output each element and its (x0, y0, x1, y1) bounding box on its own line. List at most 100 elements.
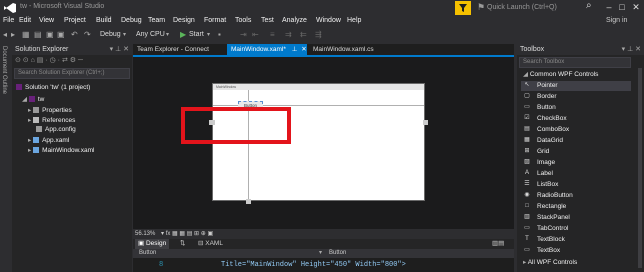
adorner-handle[interactable] (423, 120, 428, 125)
pin-icon[interactable]: ⊥ (292, 46, 298, 53)
toolbox-item-textblock[interactable]: T TextBlock (523, 235, 565, 245)
toolbar-icon[interactable]: ▪ (218, 30, 221, 39)
search-icon[interactable]: ⌕ (586, 0, 592, 11)
close-icon[interactable]: ✕ (301, 46, 306, 53)
start-icon[interactable]: ▶ (180, 30, 186, 39)
maximize-button[interactable]: □ (615, 1, 629, 14)
element-name-dropdown[interactable]: Button (329, 249, 346, 258)
save-all-icon[interactable]: ▣ (57, 30, 65, 39)
new-project-icon[interactable]: ▦ (22, 30, 30, 39)
checkbox-icon: ☑ (524, 115, 530, 122)
toolbox-panel: Toolbox ▾ ⊥ ✕ Search Toolbox ◢ Common WP… (517, 44, 644, 272)
open-icon[interactable]: ▤ (34, 30, 42, 39)
xaml-editor[interactable]: 8 Title="MainWindow" Height="450" Width=… (133, 258, 514, 272)
tab-team-explorer[interactable]: Team Explorer - Connect (133, 44, 213, 55)
menu-view[interactable]: View (39, 17, 54, 24)
quick-launch-input[interactable]: Quick Launch (Ctrl+Q) (487, 2, 577, 13)
menu-project[interactable]: Project (64, 17, 86, 24)
undo-icon[interactable]: ↶ (71, 30, 78, 39)
redo-icon[interactable]: ↷ (84, 30, 91, 39)
swap-panes-icon[interactable]: ⇅ (177, 239, 188, 249)
toolbar-icon[interactable]: ⇇ (300, 30, 307, 39)
element-type-dropdown[interactable]: Button (139, 249, 156, 258)
save-icon[interactable]: ▣ (46, 30, 54, 39)
toolbar-icon[interactable]: ⇉ (285, 30, 292, 39)
tab-mainwindow-xaml-cs[interactable]: MainWindow.xaml.cs (309, 44, 378, 55)
tab-design[interactable]: ▣ Design (135, 239, 170, 249)
zoom-level[interactable]: 56.13% (135, 231, 155, 237)
toolbox-item-textbox[interactable]: ▭ TextBox (523, 246, 560, 256)
tree-item-app-xaml[interactable]: ▸ App.xaml (28, 136, 69, 144)
feedback-icon[interactable]: ⚑ (477, 2, 485, 13)
back-icon[interactable]: ◂ (3, 30, 7, 39)
menu-tools[interactable]: Tools (235, 17, 251, 24)
tree-item-app-config[interactable]: App.config (36, 126, 76, 133)
minimize-button[interactable]: – (602, 1, 616, 14)
menu-design[interactable]: Design (173, 17, 195, 24)
tab-mainwindow-xaml[interactable]: MainWindow.xaml* ⊥ ✕ (227, 44, 307, 55)
menu-test[interactable]: Test (261, 17, 274, 24)
menu-analyze[interactable]: Analyze (282, 17, 307, 24)
toolbar-icon[interactable]: ⇥ (240, 30, 247, 39)
toolbar-icon[interactable]: ⇤ (252, 30, 259, 39)
forward-icon[interactable]: ▸ (11, 30, 15, 39)
menu-format[interactable]: Format (204, 17, 226, 24)
solution-search-input[interactable]: Search Solution Explorer (Ctrl+;) (14, 68, 130, 79)
document-outline-tab[interactable]: Document Outline (1, 46, 7, 126)
toolbox-item-image[interactable]: ▨ Image (523, 158, 555, 168)
close-button[interactable]: ✕ (629, 1, 643, 14)
design-surface[interactable]: MainWindow Button (133, 57, 514, 229)
toolbox-item-datagrid[interactable]: ▦ DataGrid (523, 136, 563, 146)
adorner-handle[interactable] (246, 199, 251, 204)
menu-build[interactable]: Build (96, 17, 112, 24)
panel-controls[interactable]: ▾ ⊥ ✕ (110, 44, 129, 55)
tree-item-properties[interactable]: ▸ Properties (28, 106, 72, 114)
pane-layout-icons[interactable]: ▥▤ (489, 239, 507, 249)
window-title: tw - Microsoft Visual Studio (20, 3, 105, 10)
toolbar-icon[interactable]: ≡ (270, 30, 275, 39)
border-icon: ▢ (524, 93, 530, 100)
toolbox-item-tabcontrol[interactable]: ▭ TabControl (523, 224, 568, 234)
tab-xaml[interactable]: ⊟ XAML (195, 239, 226, 249)
menu-help[interactable]: Help (347, 17, 361, 24)
toolbox-scrollbar[interactable] (638, 68, 642, 268)
zoom-tools-icons[interactable]: ▾ fx ▦ ▦ ▤ ⊞ ⊕ ▣ (161, 231, 213, 237)
menu-debug[interactable]: Debug (121, 17, 142, 24)
zoom-bar: 56.13% ▾ fx ▦ ▦ ▤ ⊞ ⊕ ▣ (133, 229, 514, 239)
toolbox-item-grid[interactable]: ⊞ Grid (523, 147, 549, 157)
toolbox-group-all[interactable]: ▸ All WPF Controls (523, 258, 577, 268)
image-icon: ▨ (524, 159, 530, 166)
toolbox-search-input[interactable]: Search Toolbox (519, 57, 631, 68)
toolbox-item-listbox[interactable]: ☰ ListBox (523, 180, 558, 190)
chevron-down-icon: ▾ (207, 32, 211, 38)
start-button[interactable]: Start (189, 31, 204, 38)
toolbox-item-checkbox[interactable]: ☑ CheckBox (523, 114, 566, 124)
menu-file[interactable]: File (3, 17, 14, 24)
solution-config-select[interactable]: Debug (100, 31, 121, 38)
panel-title: Solution Explorer (15, 46, 69, 53)
textbox-icon: ▭ (524, 247, 530, 254)
solution-node[interactable]: Solution 'tw' (1 project) (16, 84, 90, 91)
visual-studio-logo-icon (3, 2, 17, 14)
tree-item-references[interactable]: ▸ References (28, 116, 75, 124)
toolbox-item-pointer[interactable]: ↖ Pointer (521, 81, 631, 91)
menu-edit[interactable]: Edit (19, 17, 31, 24)
platform-select[interactable]: Any CPU (136, 31, 165, 38)
notification-filter-button[interactable] (455, 1, 471, 15)
toolbox-item-label[interactable]: A Label (523, 169, 553, 179)
toolbox-item-button[interactable]: ▭ Button (523, 103, 556, 113)
tree-item-mainwindow-xaml[interactable]: ▸ MainWindow.xaml (28, 146, 94, 154)
toolbar-icon[interactable]: ⇶ (315, 30, 322, 39)
toolbox-item-combobox[interactable]: ▤ ComboBox (523, 125, 569, 135)
sign-in-link[interactable]: Sign in (606, 17, 627, 24)
toolbox-item-rectangle[interactable]: □ Rectangle (523, 202, 566, 212)
menu-window[interactable]: Window (316, 17, 341, 24)
panel-controls[interactable]: ▾ ⊥ ✕ (622, 44, 641, 55)
toolbox-group-common[interactable]: ◢ Common WPF Controls (523, 70, 598, 80)
solution-explorer-toolbar[interactable]: ⊙ ⊙ ⌂ ▤ · ◷ · ⇄ ⚙ ─ (12, 55, 132, 67)
project-node[interactable]: ◢ tw (22, 95, 44, 103)
toolbox-item-stackpanel[interactable]: ▥ StackPanel (523, 213, 570, 223)
toolbox-item-radiobutton[interactable]: ◉ RadioButton (523, 191, 572, 201)
toolbox-item-border[interactable]: ▢ Border (523, 92, 556, 102)
menu-team[interactable]: Team (148, 17, 165, 24)
